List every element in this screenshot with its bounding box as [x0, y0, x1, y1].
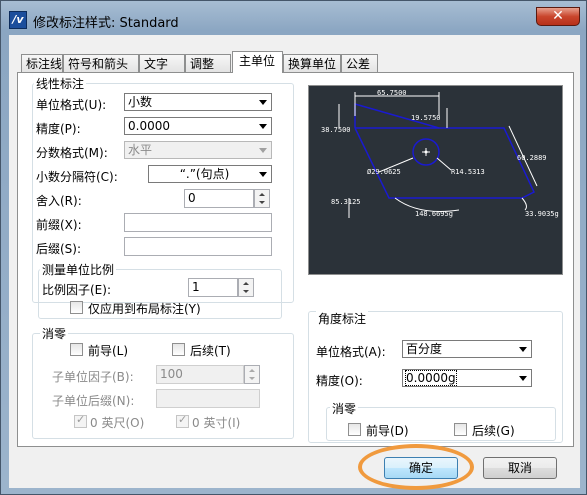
leading-zero-checkbox[interactable] — [70, 343, 83, 356]
zero-inches-checkbox[interactable] — [176, 413, 189, 428]
chevron-down-icon — [259, 100, 267, 105]
measurement-scale-title: 测量单位比例 — [40, 261, 117, 278]
zero-inches-label: 0 英寸(I) — [192, 416, 241, 430]
zero-feet-checkbox[interactable] — [74, 413, 87, 428]
decimal-separator-select[interactable]: “.”(句点) — [148, 165, 272, 183]
angular-unit-format-label: 单位格式(A): — [316, 345, 386, 359]
app-icon: /v — [9, 11, 27, 29]
trailing-zero-label: 后续(T) — [190, 344, 231, 358]
primary-units-panel: 线性标注 单位格式(U): 小数 精度(P): 0.0000 分数格式(M): … — [17, 72, 574, 447]
tab-fit[interactable]: 调整 — [185, 54, 231, 72]
zero-suppression-title: 消零 — [40, 325, 69, 342]
sub-unit-factor-input[interactable]: 100 — [156, 365, 244, 384]
linear-group-title: 线性标注 — [34, 75, 87, 92]
scale-factor-spinner[interactable] — [238, 278, 254, 297]
angular-group-title: 角度标注 — [316, 310, 369, 327]
unit-format-select[interactable]: 小数 — [124, 93, 272, 111]
suffix-input[interactable] — [124, 237, 272, 256]
unit-format-label: 单位格式(U): — [36, 98, 107, 112]
zero-feet-label: 0 英尺(O) — [90, 416, 145, 430]
tab-primary-units[interactable]: 主单位 — [232, 51, 283, 73]
leading-zero-label: 前导(L) — [88, 344, 129, 358]
fraction-format-select[interactable]: 水平 — [124, 141, 272, 159]
part-outline — [354, 103, 535, 199]
angular-zero-title: 消零 — [330, 400, 359, 417]
dialog-client: 标注线 符号和箭头 文字 调整 主单位 换算单位 公差 线性标注 单位格式(U)… — [9, 35, 580, 488]
fraction-format-label: 分数格式(M): — [36, 146, 108, 160]
dim-19-5750: 19.5750 — [411, 114, 441, 122]
window-title: 修改标注样式: Standard — [33, 16, 179, 31]
round-off-spinner[interactable] — [254, 189, 270, 208]
dim-85-3125: 85.3125 — [331, 198, 361, 206]
layout-only-checkbox[interactable] — [70, 301, 83, 314]
chevron-down-icon — [519, 347, 527, 352]
angular-precision-label: 精度(O): — [316, 374, 363, 388]
layout-only-label: 仅应用到布局标注(Y) — [88, 302, 201, 316]
angular-trailing-checkbox[interactable] — [454, 423, 467, 436]
tab-symbols-arrows[interactable]: 符号和箭头 — [63, 54, 139, 72]
sub-unit-suffix-input[interactable] — [156, 389, 260, 408]
dim-65-7500: 65.7500 — [377, 89, 407, 97]
angular-unit-format-select[interactable]: 百分度 — [402, 340, 532, 358]
dim-33-9035g: 33.9035g — [525, 210, 559, 218]
dim-60-2889: 60.2889 — [517, 154, 547, 162]
dim-r14-5313: R14.5313 — [451, 168, 485, 176]
scale-factor-input[interactable]: 1 — [188, 278, 238, 297]
title-bar[interactable]: /v 修改标注样式: Standard ✕ — [1, 1, 587, 35]
dimension-preview: 65.7500 38.7500 19.5750 60.2889 R14.5313… — [308, 85, 563, 275]
dim-148-6695g: 148.6695g — [415, 210, 453, 218]
round-off-input[interactable]: 0 — [184, 189, 254, 208]
chevron-down-icon — [259, 148, 267, 153]
close-button[interactable]: ✕ — [536, 7, 580, 26]
tab-dimension-lines[interactable]: 标注线 — [21, 54, 63, 72]
round-off-label: 舍入(R): — [36, 194, 82, 208]
scale-factor-label: 比例因子(E): — [42, 283, 111, 297]
sub-unit-factor-spinner[interactable] — [244, 365, 260, 384]
trailing-zero-checkbox[interactable] — [172, 343, 185, 356]
dim-38-7500: 38.7500 — [321, 126, 351, 134]
sub-unit-suffix-label: 子单位后缀(N): — [52, 394, 135, 408]
cancel-button[interactable]: 取消 — [483, 457, 557, 479]
sub-unit-factor-label: 子单位因子(B): — [52, 370, 134, 384]
suffix-label: 后缀(S): — [36, 242, 82, 256]
precision-select[interactable]: 0.0000 — [124, 117, 272, 135]
dim-dia-29-0625: Ø29.0625 — [367, 168, 401, 176]
tab-tolerances[interactable]: 公差 — [341, 54, 378, 72]
tab-text[interactable]: 文字 — [139, 54, 185, 72]
chevron-down-icon — [259, 124, 267, 129]
tab-alternate-units[interactable]: 换算单位 — [283, 54, 341, 72]
ok-button-highlight-circle — [358, 444, 474, 490]
chevron-down-icon — [519, 376, 527, 381]
prefix-label: 前缀(X): — [36, 218, 82, 232]
decimal-separator-label: 小数分隔符(C): — [36, 170, 118, 184]
angular-precision-select[interactable]: 0.0000g — [402, 369, 532, 387]
prefix-input[interactable] — [124, 213, 272, 232]
chevron-down-icon — [259, 172, 267, 177]
precision-label: 精度(P): — [36, 122, 81, 136]
preview-drawing: 65.7500 38.7500 19.5750 60.2889 R14.5313… — [321, 89, 559, 218]
dialog-window: /v 修改标注样式: Standard ✕ 标注线 符号和箭头 文字 调整 主单… — [0, 0, 587, 495]
angular-leading-label: 前导(D) — [366, 424, 409, 438]
angular-trailing-label: 后续(G) — [472, 424, 515, 438]
angular-leading-checkbox[interactable] — [348, 423, 361, 436]
